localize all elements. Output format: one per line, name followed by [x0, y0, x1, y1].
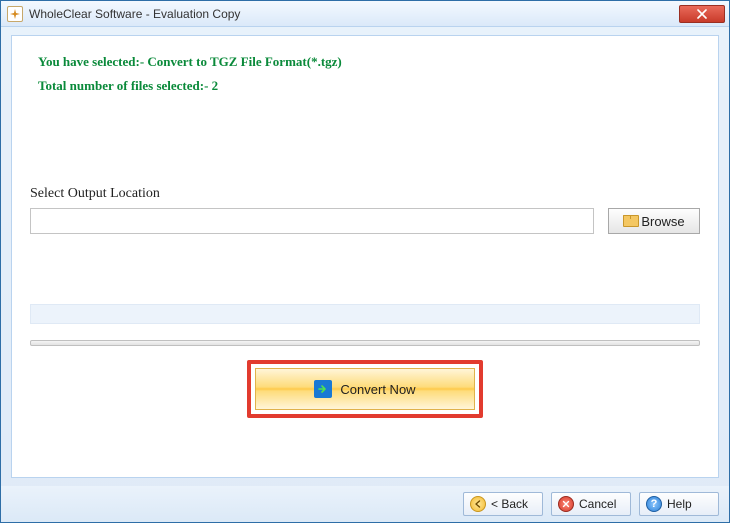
cancel-button[interactable]: Cancel [551, 492, 631, 516]
cancel-icon [558, 496, 574, 512]
progress-area [30, 304, 700, 346]
window-title: WholeClear Software - Evaluation Copy [29, 7, 679, 21]
wizard-panel: You have selected:- Convert to TGZ File … [11, 35, 719, 478]
folder-icon [623, 215, 637, 227]
output-location-label: Select Output Location [30, 186, 700, 202]
back-button[interactable]: < Back [463, 492, 543, 516]
convert-icon [314, 380, 332, 398]
convert-now-label: Convert Now [340, 382, 415, 397]
help-label: Help [667, 497, 692, 511]
wizard-footer: < Back Cancel ? Help [1, 486, 729, 522]
output-location-row: Browse [30, 208, 700, 234]
app-icon [7, 6, 23, 22]
help-button[interactable]: ? Help [639, 492, 719, 516]
close-icon [697, 9, 707, 19]
browse-button[interactable]: Browse [608, 208, 700, 234]
status-bar [30, 304, 700, 324]
close-button[interactable] [679, 5, 725, 23]
selection-summary-count: Total number of files selected:- 2 [38, 78, 700, 94]
browse-label: Browse [641, 214, 684, 229]
selection-summary-format: You have selected:- Convert to TGZ File … [38, 54, 700, 70]
titlebar: WholeClear Software - Evaluation Copy [1, 1, 729, 27]
help-icon: ? [646, 496, 662, 512]
output-location-input[interactable] [30, 208, 594, 234]
content-area: You have selected:- Convert to TGZ File … [1, 27, 729, 486]
progress-bar [30, 340, 700, 346]
back-label: < Back [491, 497, 528, 511]
convert-now-button[interactable]: Convert Now [255, 368, 475, 410]
back-icon [470, 496, 486, 512]
cancel-label: Cancel [579, 497, 616, 511]
convert-highlight: Convert Now [247, 360, 483, 418]
app-window: WholeClear Software - Evaluation Copy Yo… [0, 0, 730, 523]
